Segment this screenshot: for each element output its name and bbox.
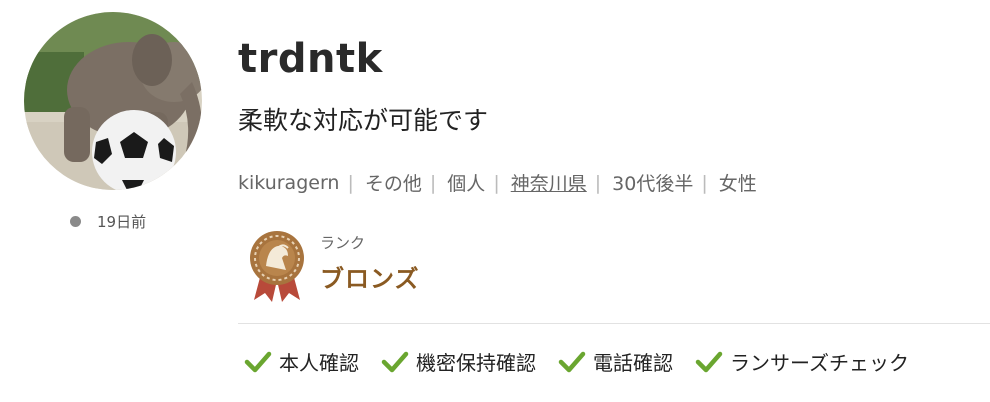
check-icon [695, 351, 723, 372]
meta-occupation: その他 [364, 173, 422, 195]
meta-type: 個人 [447, 173, 486, 195]
last-active-status: 19日前 [70, 211, 146, 232]
verification-lancers-check: ランサーズチェック [695, 347, 909, 376]
meta-separator: | [594, 171, 602, 194]
verification-label: 本人確認 [279, 351, 359, 375]
check-icon [558, 351, 586, 372]
meta-login-id: kikuragern [238, 171, 340, 194]
section-divider [238, 323, 990, 324]
meta-separator: | [429, 171, 437, 194]
avatar-image [24, 12, 202, 190]
verification-label: ランサーズチェック [730, 351, 909, 375]
check-icon [381, 351, 409, 372]
verification-identity: 本人確認 [244, 347, 359, 376]
meta-separator: | [493, 171, 500, 194]
meta-separator: | [701, 171, 708, 194]
verification-label: 電話確認 [593, 351, 673, 375]
rank-label: ランク [320, 234, 366, 252]
rank-value: ブロンズ [320, 265, 420, 293]
rank-section: ランク ブロンズ [248, 230, 420, 302]
verification-label: 機密保持確認 [416, 351, 536, 375]
profile-meta: kikuragern | その他 | 個人 | 神奈川県 | 30代後半 | 女… [238, 169, 757, 196]
bronze-medal-icon [250, 231, 304, 302]
username: trdntk [238, 36, 383, 82]
avatar[interactable] [24, 12, 202, 190]
verification-list: 本人確認 機密保持確認 電話確認 ランサーズチェック [244, 347, 931, 376]
verification-phone: 電話確認 [558, 347, 673, 376]
check-icon [244, 351, 272, 372]
meta-age: 30代後半 [612, 173, 694, 195]
last-active-text: 19日前 [97, 213, 147, 231]
profile-card: 19日前 trdntk 柔軟な対応が可能です kikuragern | その他 … [0, 0, 990, 402]
meta-separator: | [347, 171, 354, 194]
rank-text: ランク ブロンズ [320, 230, 420, 294]
meta-prefecture-link[interactable]: 神奈川県 [511, 169, 587, 196]
meta-gender: 女性 [718, 173, 757, 195]
catchphrase: 柔軟な対応が可能です [238, 106, 489, 135]
verification-confidentiality: 機密保持確認 [381, 347, 536, 376]
status-dot-icon [70, 216, 81, 227]
